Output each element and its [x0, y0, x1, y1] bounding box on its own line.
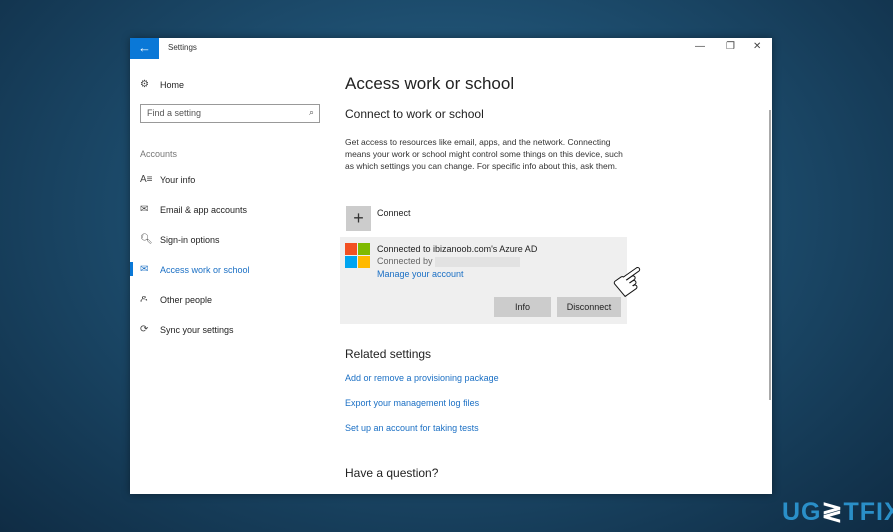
related-link[interactable]: Export your management log files — [345, 398, 479, 408]
info-button[interactable]: Info — [494, 297, 551, 317]
item-label: Access work or school — [160, 264, 250, 275]
item-label: Sign-in options — [160, 234, 220, 245]
account-name: Connected to ibizanoob.com's Azure AD — [377, 244, 538, 254]
page-title: Access work or school — [345, 74, 515, 93]
mail-icon: ✉ — [140, 204, 149, 215]
sidebar-home[interactable]: ⚙ Home — [140, 79, 184, 90]
sidebar-item-access-work[interactable]: ✉ Access work or school — [140, 264, 250, 275]
description: Get access to resources like email, apps… — [345, 137, 623, 171]
redacted-block — [435, 257, 520, 267]
briefcase-icon: ✉ — [140, 264, 149, 275]
account-card[interactable]: Connected to ibizanoob.com's Azure AD Co… — [340, 237, 627, 324]
connected-by: Connected by — [377, 256, 433, 266]
close-button[interactable]: ✕ — [753, 41, 761, 52]
user-info-icon: A≡ — [140, 174, 153, 185]
sidebar-item-other-people[interactable]: ዶ Other people — [140, 294, 212, 305]
sidebar: ⚙ Home Find a setting ⌕ Accounts A≡ Your in… — [130, 59, 330, 494]
key-icon: 🔍︎ — [140, 234, 153, 245]
sidebar-item-sign-in[interactable]: 🔍︎ Sign-in options — [140, 234, 220, 245]
sidebar-item-email[interactable]: ✉ Email & app accounts — [140, 204, 247, 215]
watermark-logo: UG≷TFIX — [782, 498, 893, 526]
item-label: Your info — [160, 174, 196, 185]
sidebar-item-sync[interactable]: ⟳ Sync your settings — [140, 324, 234, 335]
disconnect-button[interactable]: Disconnect — [557, 297, 621, 317]
plus-icon[interactable]: + — [346, 206, 371, 231]
title-bar: ← Settings — ❐ ✕ — [130, 38, 772, 59]
person-icon: ዶ — [140, 294, 148, 305]
related-link[interactable]: Set up an account for taking tests — [345, 423, 479, 433]
microsoft-logo-icon — [345, 243, 371, 269]
search-icon: ⌕ — [308, 107, 314, 117]
minimize-button[interactable]: — — [695, 41, 705, 52]
connect-button[interactable]: Connect — [377, 208, 411, 218]
home-label: Home — [160, 79, 185, 90]
search-input[interactable]: Find a setting ⌕ — [140, 104, 320, 123]
section-title: Connect to work or school — [345, 107, 484, 121]
search-placeholder: Find a setting — [147, 108, 202, 118]
sidebar-item-your-info[interactable]: A≡ Your info — [140, 174, 195, 185]
question-title: Have a question? — [345, 466, 439, 480]
settings-window: ← Settings — ❐ ✕ ⚙ Home Find a setting ⌕ A… — [130, 38, 772, 494]
active-indicator — [130, 262, 133, 276]
item-label: Other people — [160, 294, 213, 305]
manage-account-link[interactable]: Manage your account — [377, 269, 464, 279]
item-label: Email & app accounts — [160, 204, 248, 215]
sync-icon: ⟳ — [140, 324, 149, 335]
window-title: Settings — [168, 43, 197, 52]
maximize-button[interactable]: ❐ — [726, 41, 735, 52]
item-label: Sync your settings — [160, 324, 234, 335]
back-button[interactable]: ← — [130, 38, 159, 59]
related-link[interactable]: Add or remove a provisioning package — [345, 373, 499, 383]
related-title: Related settings — [345, 347, 432, 361]
scrollbar[interactable] — [769, 110, 771, 400]
gear-icon: ⚙ — [140, 79, 149, 90]
section-label: Accounts — [140, 149, 178, 159]
